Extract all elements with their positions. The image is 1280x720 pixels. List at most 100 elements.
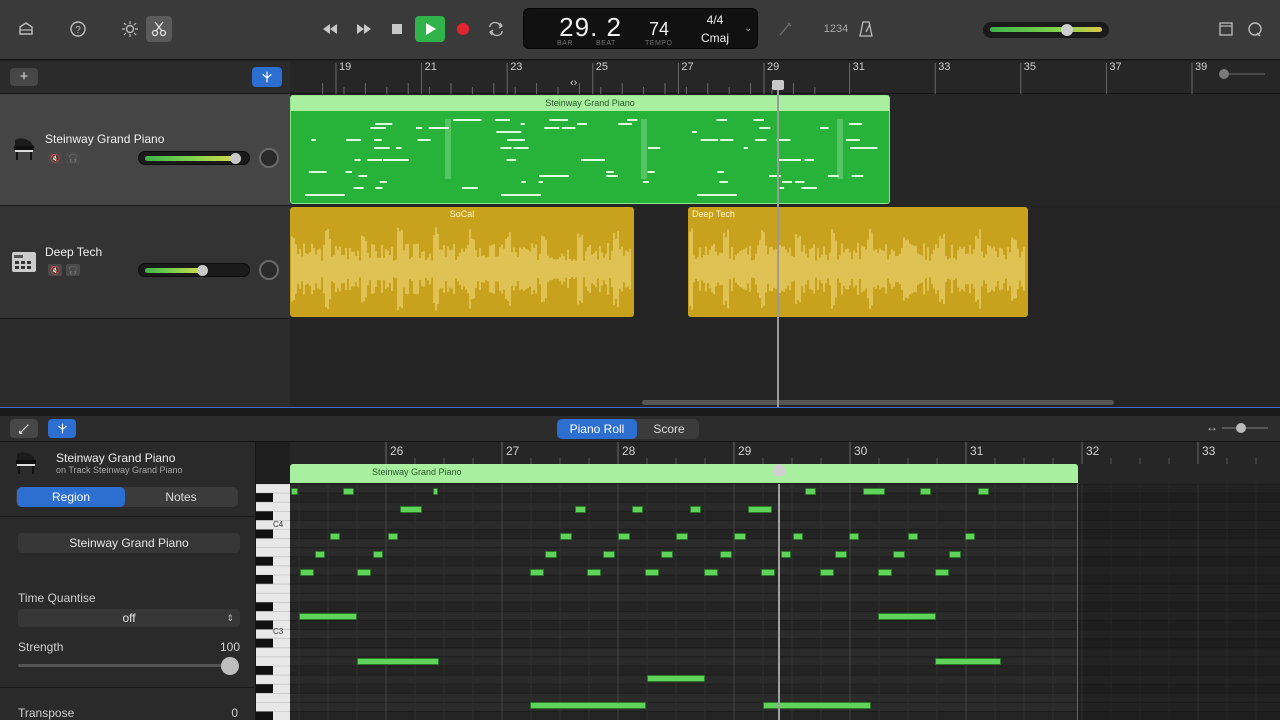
piano-keyboard[interactable]: C4 C3 <box>256 483 290 720</box>
headphones-icon[interactable]: 🎧 <box>66 264 80 276</box>
midi-note[interactable] <box>433 488 438 495</box>
midi-note[interactable] <box>704 569 718 576</box>
help-icon[interactable]: ? <box>66 17 90 41</box>
midi-note[interactable] <box>893 551 905 558</box>
midi-note[interactable] <box>805 488 816 495</box>
midi-note[interactable] <box>299 613 357 620</box>
midi-note[interactable] <box>965 533 975 540</box>
midi-note[interactable] <box>878 613 936 620</box>
strength-slider[interactable] <box>18 664 230 667</box>
editor-ruler[interactable]: 26 27 28 29 30 31 32 33 <box>290 442 1280 464</box>
midi-note[interactable] <box>863 488 885 495</box>
midi-note[interactable] <box>300 569 314 576</box>
midi-note[interactable] <box>330 533 340 540</box>
snap-icon[interactable] <box>48 419 76 438</box>
midi-note[interactable] <box>373 551 383 558</box>
editor-region-header[interactable]: Steinway Grand Piano <box>290 464 1078 483</box>
track-name-drums[interactable]: Deep Tech <box>45 245 102 259</box>
midi-note[interactable] <box>661 551 673 558</box>
midi-note[interactable] <box>949 551 961 558</box>
loop-browser-icon[interactable] <box>1243 17 1267 41</box>
volume-knob[interactable] <box>197 265 208 276</box>
midi-region-piano[interactable]: Steinway Grand Piano <box>290 95 890 204</box>
strength-knob[interactable] <box>221 657 239 675</box>
track-header-drums[interactable]: Deep Tech 🔇 🎧 <box>0 206 290 319</box>
count-in-icon[interactable]: 1234 <box>822 17 850 41</box>
record-icon[interactable] <box>451 17 475 41</box>
midi-note[interactable] <box>849 533 859 540</box>
midi-note[interactable] <box>878 569 892 576</box>
track-header-piano[interactable]: Steinway Grand Piano 🔇 🎧 <box>0 94 290 206</box>
midi-note[interactable] <box>587 569 601 576</box>
editor-playhead[interactable] <box>778 484 780 720</box>
notepad-icon[interactable] <box>1214 17 1238 41</box>
midi-note[interactable] <box>400 506 422 513</box>
midi-note[interactable] <box>908 533 918 540</box>
audio-region-deep-tech[interactable]: Deep Tech <box>688 207 1028 317</box>
time-quantise-select[interactable]: off ⇕ <box>18 609 240 627</box>
tab-region[interactable]: Region <box>17 487 125 507</box>
midi-note[interactable] <box>734 533 746 540</box>
add-track-button[interactable]: + <box>10 68 38 86</box>
region-name-field[interactable]: Steinway Grand Piano <box>18 533 240 553</box>
editor-divider[interactable] <box>0 407 1280 416</box>
lcd-display[interactable]: 29. 2 BAR BEAT 74 TEMPO 4/4 Cmaj ⌄ <box>523 8 758 49</box>
midi-note[interactable] <box>357 658 439 665</box>
midi-note[interactable] <box>835 551 847 558</box>
midi-note[interactable] <box>978 488 989 495</box>
midi-note[interactable] <box>357 569 371 576</box>
rewind-icon[interactable] <box>318 17 342 41</box>
midi-note[interactable] <box>676 533 688 540</box>
midi-note[interactable] <box>530 702 646 709</box>
master-volume-knob[interactable] <box>1061 24 1073 36</box>
editor-playhead-handle[interactable] <box>773 464 785 476</box>
midi-note[interactable] <box>388 533 398 540</box>
stop-icon[interactable] <box>385 17 409 41</box>
midi-note[interactable] <box>935 658 1001 665</box>
track-volume-slider[interactable] <box>138 263 250 277</box>
midi-note[interactable] <box>575 506 586 513</box>
midi-note[interactable] <box>720 551 732 558</box>
tracks-area[interactable]: Steinway Grand Piano SoCal Deep Tech <box>290 80 1280 407</box>
smart-snap-icon[interactable] <box>252 67 282 87</box>
zoom-slider[interactable] <box>1217 67 1267 81</box>
play-icon[interactable] <box>415 16 445 42</box>
midi-note[interactable] <box>545 551 557 558</box>
tuner-icon[interactable] <box>773 17 797 41</box>
midi-note[interactable] <box>935 569 949 576</box>
fast-forward-icon[interactable] <box>352 17 376 41</box>
midi-note[interactable] <box>647 675 705 682</box>
chevron-down-icon[interactable]: ⌄ <box>744 23 752 34</box>
midi-note[interactable] <box>690 506 701 513</box>
midi-note[interactable] <box>820 569 834 576</box>
tab-score[interactable]: Score <box>639 419 699 439</box>
volume-knob[interactable] <box>230 153 241 164</box>
midi-note[interactable] <box>748 506 772 513</box>
headphones-icon[interactable]: 🎧 <box>66 152 80 164</box>
midi-note[interactable] <box>793 533 803 540</box>
midi-note[interactable] <box>618 533 630 540</box>
midi-note[interactable] <box>315 551 325 558</box>
playhead-handle[interactable] <box>772 80 784 90</box>
pencil-tool-icon[interactable] <box>10 419 38 438</box>
midi-note[interactable] <box>645 569 659 576</box>
pan-knob[interactable] <box>259 148 279 168</box>
timeline-ruler[interactable]: 19 21 23 25 27 29 31 33 35 37 39 ‹› <box>290 61 1280 94</box>
tab-notes[interactable]: Notes <box>126 487 236 507</box>
piano-roll-grid[interactable] <box>290 484 1280 720</box>
horizontal-scrollbar[interactable] <box>642 400 1114 405</box>
mute-icon[interactable]: 🔇 <box>48 152 62 164</box>
midi-note[interactable] <box>560 533 572 540</box>
midi-note[interactable] <box>343 488 354 495</box>
mute-icon[interactable]: 🔇 <box>48 264 62 276</box>
master-volume-slider[interactable] <box>983 22 1109 38</box>
track-name-piano[interactable]: Steinway Grand Piano <box>45 132 164 146</box>
midi-note[interactable] <box>920 488 931 495</box>
library-icon[interactable] <box>14 17 38 41</box>
smart-controls-icon[interactable] <box>118 17 142 41</box>
midi-note[interactable] <box>603 551 615 558</box>
track-volume-slider[interactable] <box>138 151 250 165</box>
pan-knob[interactable] <box>259 260 279 280</box>
midi-note[interactable] <box>761 569 775 576</box>
cycle-icon[interactable] <box>484 17 508 41</box>
